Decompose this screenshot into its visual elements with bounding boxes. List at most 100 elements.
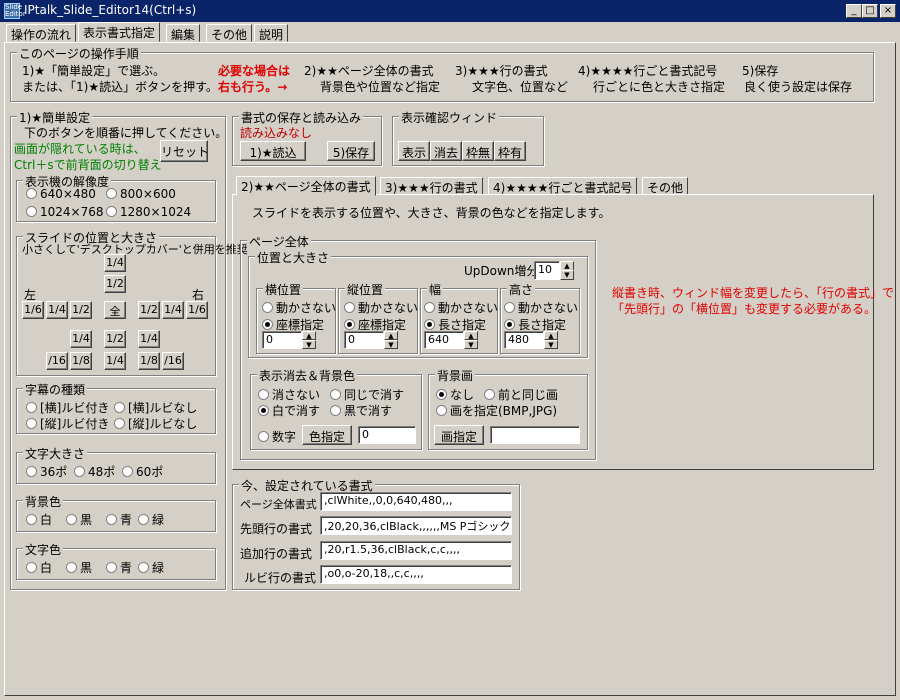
slide-right-sixth-button[interactable]: 1/6 — [186, 301, 208, 319]
slide-left-quarter-button[interactable]: 1/4 — [46, 301, 68, 319]
vpos-input[interactable]: 0 — [344, 331, 384, 349]
erase-number-input[interactable]: 0 — [358, 426, 416, 444]
tab-help[interactable]: 説明 — [254, 24, 289, 42]
radio-tc-blue[interactable]: 青 — [106, 559, 132, 576]
width-down-icon[interactable]: ▼ — [464, 340, 478, 349]
preview-clear-button[interactable]: 消去 — [430, 141, 462, 161]
slide-bl-sixteenth-button[interactable]: /16 — [46, 352, 68, 370]
radio-height-keep[interactable]: 動かさない — [504, 299, 578, 316]
slide-right-quarter-button[interactable]: 1/4 — [162, 301, 184, 319]
current-ruby-input[interactable]: ,o0,o-20,18,,c,c,,,, — [320, 565, 512, 584]
image-select-button[interactable]: 画指定 — [434, 425, 484, 445]
preview-noframe-button[interactable]: 枠無 — [462, 141, 494, 161]
tab-flow[interactable]: 操作の流れ — [6, 24, 77, 42]
radio-sub-v-noruby[interactable]: [縦]ルビなし — [114, 415, 197, 432]
maximize-button[interactable]: □ — [862, 4, 878, 18]
step4-title: 4)★★★★行ごと書式記号 — [578, 64, 718, 78]
radio-tc-green[interactable]: 緑 — [138, 559, 164, 576]
radio-bg-blue[interactable]: 青 — [106, 511, 132, 528]
radio-bg-white[interactable]: 白 — [26, 511, 52, 528]
save-button[interactable]: 5)保存 — [327, 141, 375, 161]
slide-bottom-half-button[interactable]: 1/2 — [104, 330, 126, 348]
slide-left-sixth-button[interactable]: 1/6 — [22, 301, 44, 319]
radio-erase-number[interactable]: 数字 — [258, 428, 296, 445]
procedure-line1: 1)★「簡単設定」で選ぶ。 — [22, 64, 166, 78]
radio-width-keep[interactable]: 動かさない — [424, 299, 498, 316]
radio-size-60[interactable]: 60ポ — [122, 463, 163, 480]
preview-show-button[interactable]: 表示 — [398, 141, 430, 161]
radio-sub-v-ruby[interactable]: [縦]ルビ付き — [26, 415, 109, 432]
updown-input[interactable]: 10 — [534, 261, 560, 280]
radio-bgimg-file[interactable]: 画を指定(BMP,JPG) — [436, 402, 557, 419]
load-status: 読み込みなし — [240, 126, 313, 140]
simple-instruction: 下のボタンを順番に押してください。 — [24, 126, 228, 140]
radio-res-640[interactable]: 640×480 — [26, 187, 96, 201]
radio-bg-green[interactable]: 緑 — [138, 511, 164, 528]
radio-erase-none[interactable]: 消さない — [258, 386, 320, 403]
slide-top-half-button[interactable]: 1/2 — [104, 275, 126, 293]
current-extra-input[interactable]: ,20,r1.5,36,clBlack,c,c,,,, — [320, 541, 512, 560]
radio-tc-white[interactable]: 白 — [26, 559, 52, 576]
tab-line-format[interactable]: 3)★★★行の書式 — [380, 177, 483, 195]
slide-full-button[interactable]: 全 — [104, 301, 126, 319]
hpos-input[interactable]: 0 — [262, 331, 302, 349]
current-page-input[interactable]: ,clWhite,,0,0,640,480,,, — [320, 492, 512, 511]
radio-hpos-keep[interactable]: 動かさない — [262, 299, 336, 316]
preview-frame-button[interactable]: 枠有 — [494, 141, 526, 161]
tab-line-symbol[interactable]: 4)★★★★行ごと書式記号 — [488, 177, 638, 195]
height-up-icon[interactable]: ▲ — [544, 331, 558, 340]
tab-edit[interactable]: 編集 — [166, 24, 201, 42]
radio-erase-same[interactable]: 同じで消す — [330, 386, 404, 403]
radio-sub-h-ruby[interactable]: [横]ルビ付き — [26, 399, 109, 416]
slide-right-half-button[interactable]: 1/2 — [138, 301, 160, 319]
current-first-input[interactable]: ,20,20,36,clBlack,,,,,,MS Pゴシック — [320, 516, 512, 535]
height-input[interactable]: 480 — [504, 331, 544, 349]
step2-title: 2)★★ページ全体の書式 — [304, 64, 434, 78]
radio-res-1280[interactable]: 1280×1024 — [106, 205, 191, 219]
width-up-icon[interactable]: ▲ — [464, 331, 478, 340]
hpos-up-icon[interactable]: ▲ — [302, 331, 316, 340]
tab-other[interactable]: その他 — [206, 24, 253, 42]
hpos-down-icon[interactable]: ▼ — [302, 340, 316, 349]
radio-erase-black[interactable]: 黒で消す — [330, 402, 392, 419]
slide-left-half-button[interactable]: 1/2 — [70, 301, 92, 319]
erase-label: 表示消去＆背景色 — [257, 367, 358, 384]
radio-size-48[interactable]: 48ポ — [74, 463, 115, 480]
slide-bl-eighth-button[interactable]: 1/8 — [70, 352, 92, 370]
slide-br-eighth-button[interactable]: 1/8 — [138, 352, 160, 370]
radio-bg-black[interactable]: 黒 — [66, 511, 92, 528]
slide-br-quarter-button[interactable]: 1/4 — [138, 330, 160, 348]
radio-res-800[interactable]: 800×600 — [106, 187, 176, 201]
reset-button[interactable]: リセット — [160, 140, 209, 162]
color-select-button[interactable]: 色指定 — [302, 425, 352, 445]
step5-desc: 良く使う設定は保存 — [744, 80, 853, 94]
tab-page-format[interactable]: 2)★★ページ全体の書式 — [236, 176, 376, 196]
radio-vpos-keep[interactable]: 動かさない — [344, 299, 418, 316]
radio-size-36[interactable]: 36ポ — [26, 463, 67, 480]
load-button[interactable]: 1)★読込 — [240, 141, 306, 161]
bg-image-input[interactable] — [490, 426, 580, 444]
slide-top-quarter-button[interactable]: 1/4 — [104, 254, 126, 272]
radio-bgimg-same[interactable]: 前と同じ画 — [484, 386, 558, 403]
current-extra-label: 追加行の書式 — [240, 547, 313, 561]
updown-down-icon[interactable]: ▼ — [560, 270, 574, 280]
current-first-label: 先頭行の書式 — [240, 522, 313, 536]
radio-res-1024[interactable]: 1024×768 — [26, 205, 104, 219]
radio-bgimg-none[interactable]: なし — [436, 386, 474, 403]
tab-inner-other[interactable]: その他 — [642, 177, 689, 195]
vpos-down-icon[interactable]: ▼ — [384, 340, 398, 349]
close-button[interactable]: × — [880, 4, 896, 18]
radio-sub-h-noruby[interactable]: [横]ルビなし — [114, 399, 197, 416]
slide-bottom-quarter-button[interactable]: 1/4 — [104, 352, 126, 370]
slide-br-sixteenth-button[interactable]: /16 — [162, 352, 184, 370]
radio-tc-black[interactable]: 黒 — [66, 559, 92, 576]
vpos-up-icon[interactable]: ▲ — [384, 331, 398, 340]
procedure-line2: または、「1)★読込」ボタンを押す。 — [22, 80, 218, 94]
text-size-label: 文字大きさ — [23, 445, 88, 462]
height-down-icon[interactable]: ▼ — [544, 340, 558, 349]
minimize-button[interactable]: _ — [846, 4, 862, 18]
width-input[interactable]: 640 — [424, 331, 464, 349]
slide-bl-quarter-button[interactable]: 1/4 — [70, 330, 92, 348]
tab-format[interactable]: 表示書式指定 — [78, 22, 161, 42]
radio-erase-white[interactable]: 白で消す — [258, 402, 320, 419]
